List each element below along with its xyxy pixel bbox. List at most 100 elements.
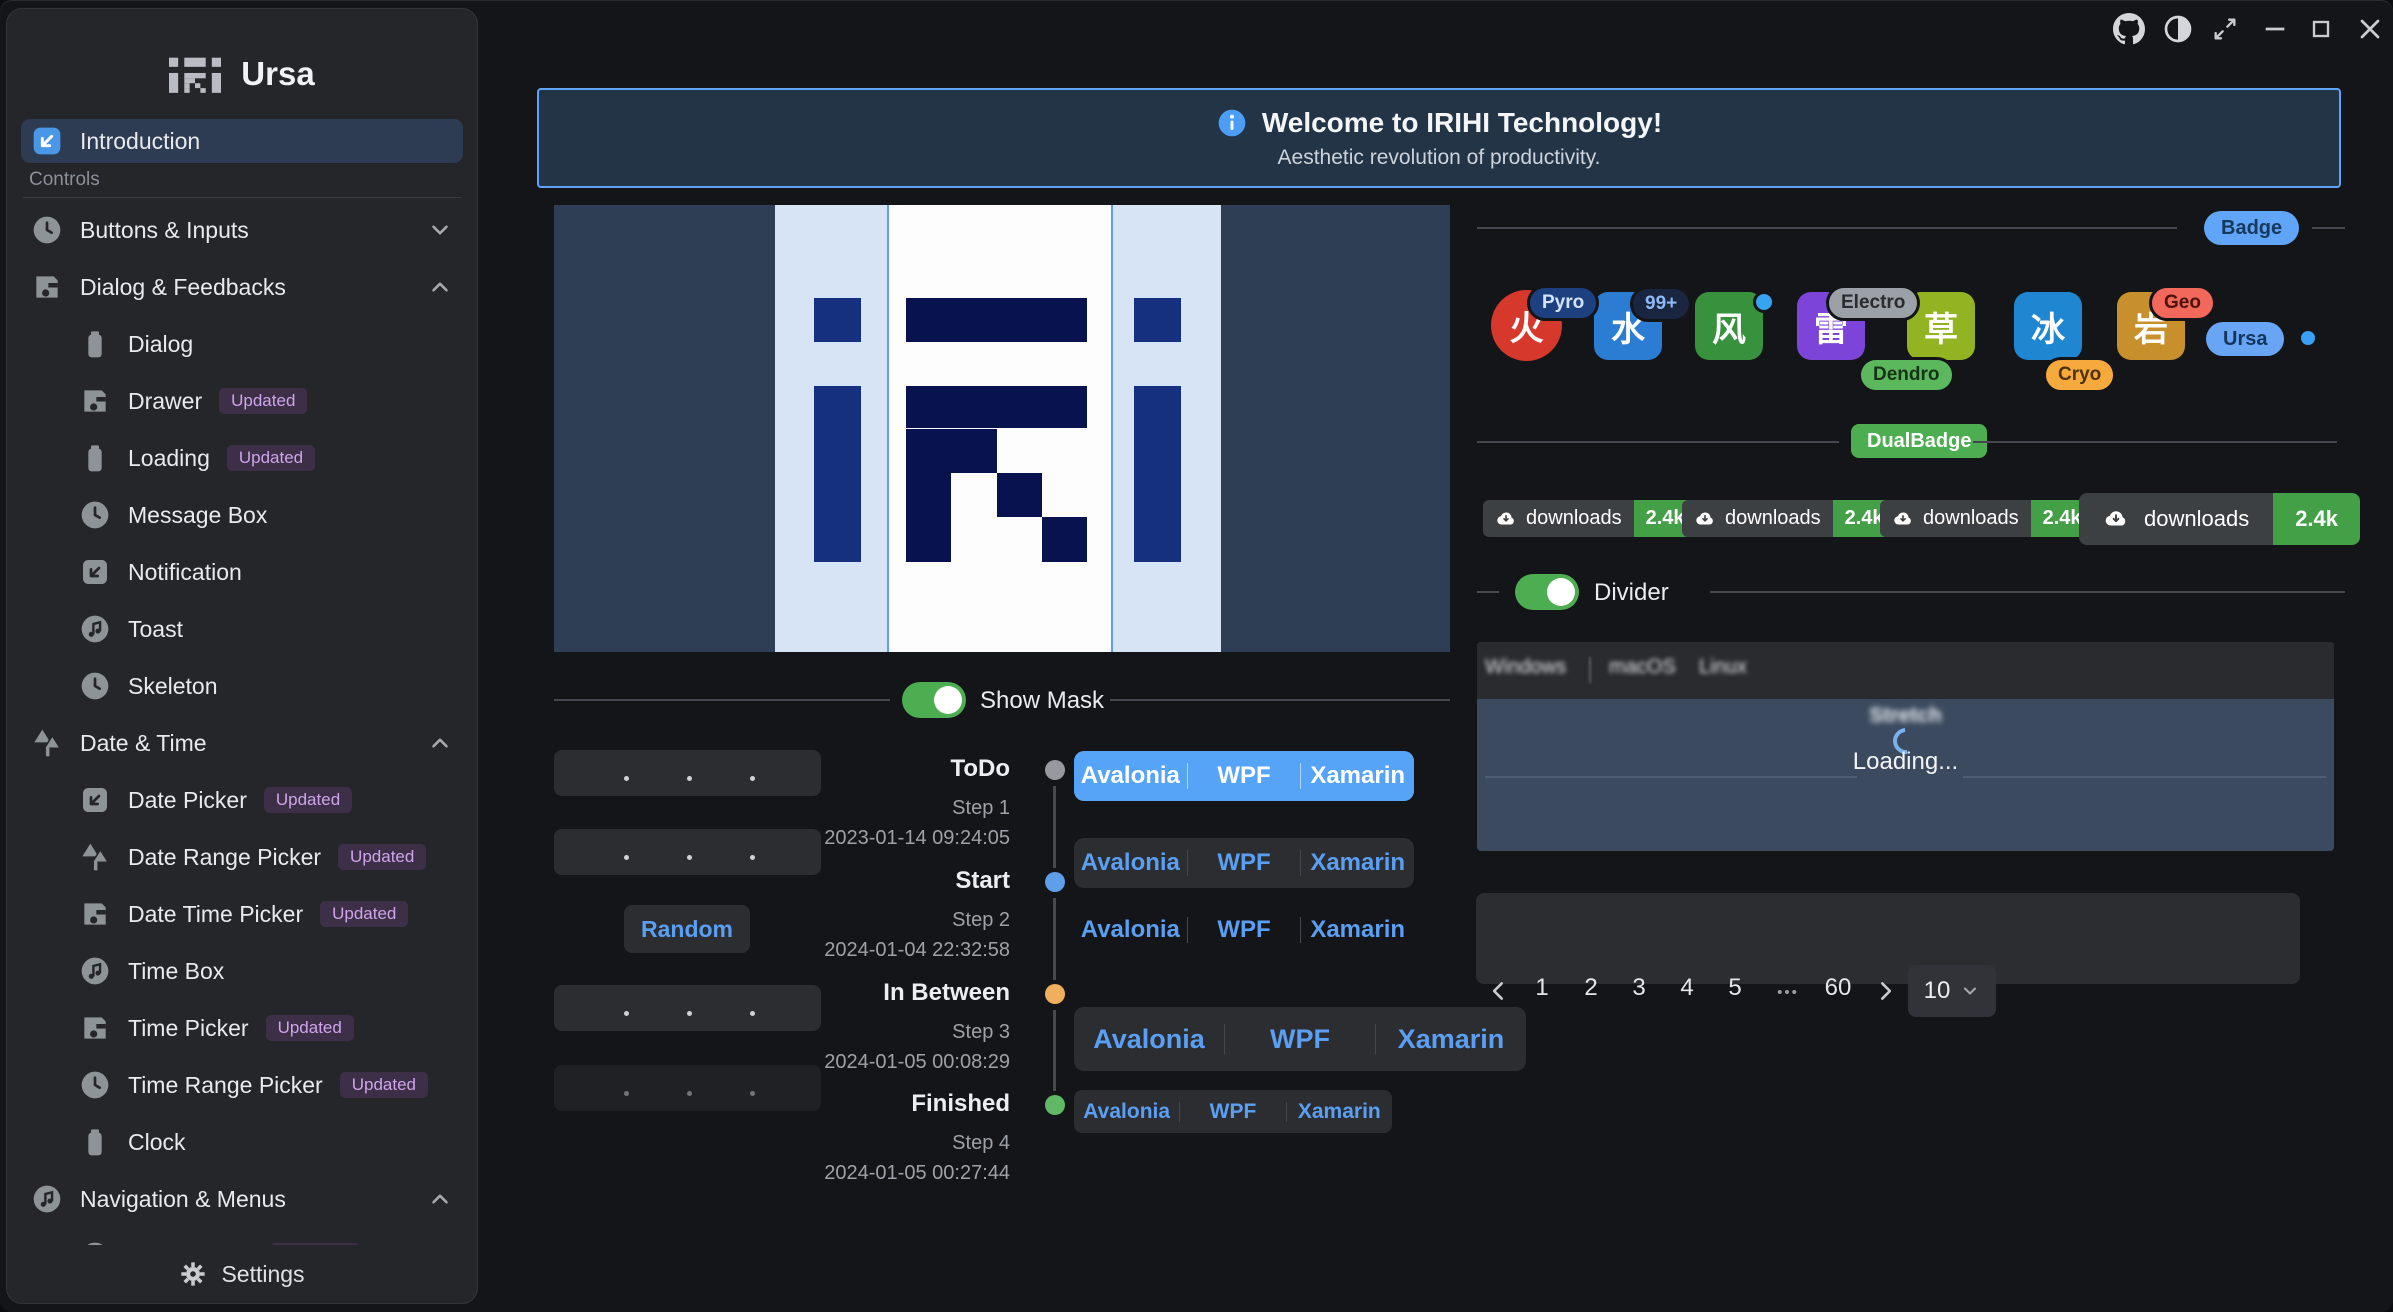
sidebar-nav: Introduction Controls Buttons & Inputs D… [21, 113, 463, 1245]
xamarin-button[interactable]: Xamarin [1287, 1100, 1392, 1124]
settings-button[interactable]: Settings [8, 1246, 476, 1302]
logo-left-dot [814, 298, 861, 342]
avalonia-button[interactable]: Avalonia [1074, 1100, 1179, 1124]
sidebar-item-date-range-picker[interactable]: Date Range Picker Updated [21, 835, 463, 879]
close-icon[interactable] [2354, 13, 2386, 45]
sidebar-item-breadcrumb[interactable]: Breadcrumb Updated [21, 1234, 463, 1245]
step-time: 2024-01-04 22:32:58 [790, 939, 1010, 962]
sidebar-item-message-box[interactable]: Message Box [21, 493, 463, 537]
ip-input-2[interactable] [554, 829, 821, 875]
sidebar-item-loading[interactable]: Loading Updated [21, 436, 463, 480]
sidebar-item-time-box[interactable]: Time Box [21, 949, 463, 993]
page-button-1[interactable]: 1 [1524, 974, 1560, 1002]
banner-subtitle: Aesthetic revolution of productivity. [1278, 146, 1601, 170]
app-logo-icon [169, 56, 221, 93]
sidebar-item-dialog[interactable]: Dialog [21, 322, 463, 366]
expand-icon[interactable] [2211, 15, 2239, 43]
sidebar-item-navigation-menus[interactable]: Navigation & Menus [21, 1177, 463, 1221]
pagination-next-icon[interactable] [1872, 978, 1898, 1004]
app-logo-row: Ursa [7, 55, 477, 93]
avalonia-button[interactable]: Avalonia [1074, 1024, 1224, 1055]
xamarin-button[interactable]: Xamarin [1376, 1024, 1526, 1055]
page-button-60[interactable]: 60 [1816, 974, 1860, 1002]
wpf-button[interactable]: WPF [1180, 1100, 1285, 1124]
page-button-3[interactable]: 3 [1621, 974, 1657, 1002]
wpf-button[interactable]: WPF [1188, 916, 1301, 944]
page-button-4[interactable]: 4 [1669, 974, 1705, 1002]
settings-label: Settings [221, 1261, 304, 1288]
pagination-ellipsis[interactable]: ••• [1762, 984, 1814, 1001]
sidebar-item-toast[interactable]: Toast [21, 607, 463, 651]
standalone-dot-badge [2301, 331, 2315, 345]
avalonia-button[interactable]: Avalonia [1074, 762, 1187, 790]
cryo-badge: Cryo [2043, 357, 2116, 393]
downloads-dual-badge: downloads 2.4k [1483, 500, 1697, 537]
mask-split-line-right[interactable] [1111, 205, 1113, 652]
text-input[interactable] [1476, 893, 2300, 984]
xamarin-button[interactable]: Xamarin [1301, 762, 1414, 790]
sidebar-item-label: Time Picker [128, 1015, 249, 1042]
sidebar-item-skeleton[interactable]: Skeleton [21, 664, 463, 708]
geo-badge: Geo [2149, 285, 2216, 321]
welcome-banner: Welcome to IRIHI Technology! Aesthetic r… [537, 88, 2341, 188]
sidebar-item-date-time[interactable]: Date & Time [21, 721, 463, 765]
downloads-label: downloads [2144, 506, 2249, 532]
sidebar-item-time-range-picker[interactable]: Time Range Picker Updated [21, 1063, 463, 1107]
page-button-2[interactable]: 2 [1573, 974, 1609, 1002]
page-button-5[interactable]: 5 [1717, 974, 1753, 1002]
pagination-prev-icon[interactable] [1486, 978, 1512, 1004]
updated-badge: Updated [338, 844, 426, 870]
tab-windows[interactable]: Windows [1485, 656, 1566, 679]
page-size-dropdown[interactable]: 10 [1908, 965, 1996, 1017]
sidebar-item-date-picker[interactable]: Date Picker Updated [21, 778, 463, 822]
sidebar-item-time-picker[interactable]: Time Picker Updated [21, 1006, 463, 1050]
image-dark-left [554, 205, 775, 652]
xamarin-button[interactable]: Xamarin [1301, 849, 1414, 877]
maximize-icon[interactable] [2307, 15, 2335, 43]
sidebar-item-label: Toast [128, 616, 183, 643]
divider-line [1710, 591, 2345, 593]
avalonia-button[interactable]: Avalonia [1074, 916, 1187, 944]
ip-input-3[interactable] [554, 985, 821, 1031]
github-icon[interactable] [2113, 13, 2145, 45]
battery-icon [79, 1126, 111, 1158]
sidebar-item-label: Dialog & Feedbacks [80, 274, 286, 301]
loading-mask-panel: Windows macOS Linux Stretch Loading... [1477, 642, 2334, 851]
updated-badge: Updated [270, 1243, 358, 1245]
sidebar-item-clock[interactable]: Clock [21, 1120, 463, 1164]
step-subtitle: Step 2 [790, 909, 1010, 932]
random-button[interactable]: Random [624, 905, 750, 953]
content-divider [1963, 776, 2326, 778]
sidebar-item-drawer[interactable]: Drawer Updated [21, 379, 463, 423]
sidebar-item-notification[interactable]: Notification [21, 550, 463, 594]
loading-text: Loading... [1477, 748, 2334, 776]
wpf-button[interactable]: WPF [1188, 849, 1301, 877]
minimize-icon[interactable] [2259, 13, 2291, 45]
sidebar-item-label: Date Time Picker [128, 901, 303, 928]
cloud-download-icon [2103, 506, 2129, 532]
ip-input-1[interactable] [554, 750, 821, 796]
dualbadge-section-pill: DualBadge [1851, 424, 1987, 458]
sidebar-item-buttons-inputs[interactable]: Buttons & Inputs [21, 208, 463, 252]
ursa-pill-badge: Ursa [2206, 322, 2284, 356]
mask-split-line-left[interactable] [887, 205, 889, 652]
app-window: Ursa Introduction Controls Buttons & Inp… [0, 0, 2393, 1312]
sidebar-divider [23, 197, 461, 198]
step-time: 2023-01-14 09:24:05 [790, 827, 1010, 850]
wpf-button[interactable]: WPF [1225, 1024, 1375, 1055]
step-dot-finished [1045, 1095, 1065, 1115]
sidebar-item-date-time-picker[interactable]: Date Time Picker Updated [21, 892, 463, 936]
page-size-value: 10 [1924, 977, 1951, 1005]
avalonia-button[interactable]: Avalonia [1074, 849, 1187, 877]
theme-toggle-icon[interactable] [2162, 13, 2194, 45]
wpf-button[interactable]: WPF [1188, 762, 1301, 790]
sidebar-item-dialog-feedbacks[interactable]: Dialog & Feedbacks [21, 265, 463, 309]
sidebar-item-introduction[interactable]: Introduction [21, 119, 463, 163]
tab-macos[interactable]: macOS [1609, 656, 1676, 679]
xamarin-button[interactable]: Xamarin [1301, 916, 1414, 944]
clock-icon [79, 499, 111, 531]
show-mask-toggle[interactable] [902, 682, 966, 718]
sidebar-item-label: Time Range Picker [128, 1072, 323, 1099]
tab-linux[interactable]: Linux [1699, 656, 1747, 679]
divider-toggle[interactable] [1515, 574, 1579, 610]
